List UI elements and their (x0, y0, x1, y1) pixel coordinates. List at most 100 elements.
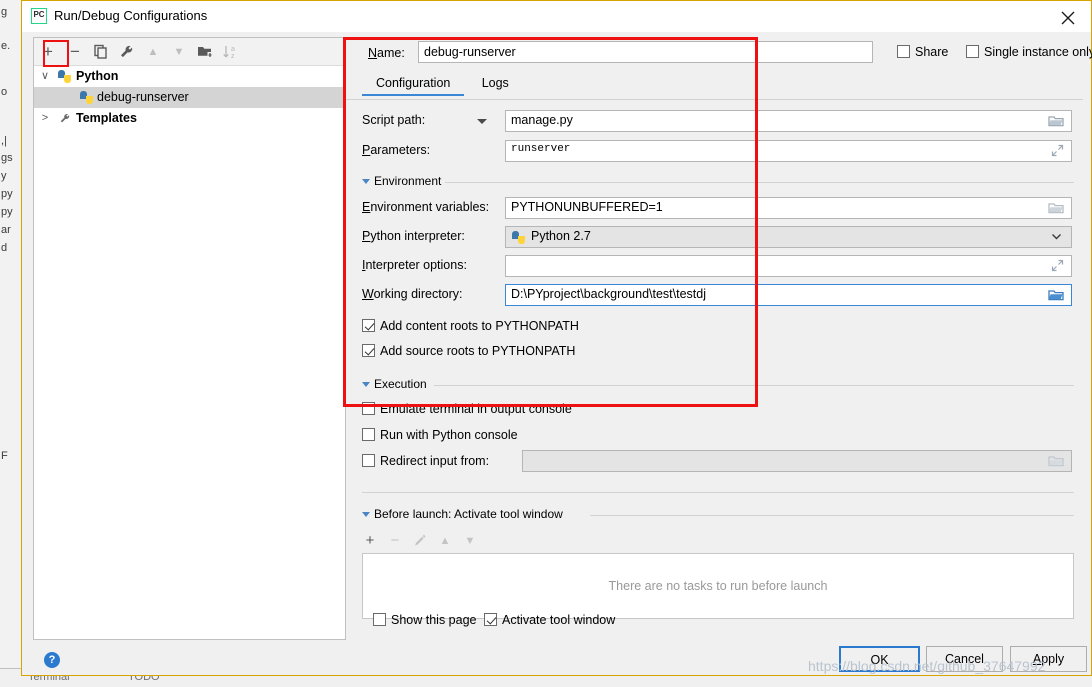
collapse-triangle-icon[interactable] (362, 512, 370, 517)
configurations-tree-panel: + − ▲ ▼ a z ∨ Python debug-runserver > T… (33, 37, 346, 640)
bg-fragment: o (1, 86, 8, 98)
chevron-down-icon[interactable]: ∨ (38, 66, 52, 87)
share-label: Share (915, 45, 949, 59)
tab-separator (346, 99, 1083, 100)
show-this-page-checkbox[interactable]: Show this page (373, 613, 476, 627)
working-directory-value: D:\PYproject\background\test\testdj (511, 287, 707, 301)
sort-alphabetically-button[interactable]: a z (220, 42, 242, 62)
arrow-up-icon: ▲ (147, 46, 159, 58)
collapse-triangle-icon[interactable] (362, 179, 370, 184)
checkbox-box (362, 428, 375, 441)
new-folder-button[interactable] (194, 42, 216, 62)
row-parameters: Parameters: runserver (346, 140, 1083, 162)
arrow-down-icon: ▼ (173, 46, 185, 58)
before-launch-task-list[interactable]: There are no tasks to run before launch (362, 553, 1074, 619)
background-ide-left-strip: g e. o ,| gs y py py ar d F (0, 0, 23, 687)
bg-fragment: y (1, 170, 7, 182)
wrench-icon (121, 45, 133, 58)
section-divider (434, 385, 1074, 386)
collapse-triangle-icon[interactable] (362, 382, 370, 387)
edit-templates-button[interactable] (116, 42, 138, 62)
single-instance-only-checkbox[interactable]: Single instance only (966, 45, 1092, 59)
folder-browse-icon[interactable] (1048, 288, 1064, 302)
section-environment-label: Environment (374, 174, 442, 188)
script-path-input[interactable]: manage.py (505, 110, 1072, 132)
single-instance-label: Single instance only (984, 45, 1092, 59)
tree-item-templates[interactable]: > Templates (34, 108, 345, 129)
bg-fragment: F (1, 450, 8, 462)
edit-task-button[interactable] (410, 532, 430, 550)
environment-variables-value: PYTHONUNBUFFERED=1 (511, 200, 663, 214)
expand-editor-icon[interactable] (1050, 144, 1064, 158)
bg-fragment: py (1, 206, 13, 218)
tree-item-label: debug-runserver (97, 90, 189, 104)
interpreter-options-label: Interpreter options: (362, 258, 467, 272)
script-path-label: Script path: (362, 113, 426, 127)
folder-browse-icon[interactable] (1048, 454, 1064, 468)
python-interpreter-value: Python 2.7 (531, 229, 591, 243)
add-content-roots-checkbox[interactable]: Add content roots to PYTHONPATH (362, 319, 579, 333)
bg-fragment: py (1, 188, 13, 200)
redirect-input-path-input[interactable] (522, 450, 1072, 472)
bg-fragment: ar (1, 224, 11, 236)
screen-root: g e. o ,| gs y py py ar d F Terminal TOD… (0, 0, 1092, 687)
add-source-roots-checkbox[interactable]: Add source roots to PYTHONPATH (362, 344, 575, 358)
move-up-button[interactable]: ▲ (142, 42, 164, 62)
apply-button[interactable]: Apply (1010, 646, 1087, 672)
environment-variables-input[interactable]: PYTHONUNBUFFERED=1 (505, 197, 1072, 219)
emulate-terminal-checkbox[interactable]: Emulate terminal in output console (362, 402, 572, 416)
checkbox-box (966, 45, 979, 58)
script-path-mode-dropdown-icon[interactable] (477, 119, 487, 124)
run-with-python-console-checkbox[interactable]: Run with Python console (362, 428, 518, 442)
checkbox-box (362, 344, 375, 357)
execution-block-divider (362, 492, 1074, 493)
chevron-down-icon[interactable] (1048, 230, 1064, 244)
row-environment-variables: Environment variables: PYTHONUNBUFFERED=… (346, 197, 1083, 219)
remove-task-button[interactable]: − (385, 532, 405, 550)
redirect-input-from-checkbox[interactable]: Redirect input from: (362, 454, 489, 468)
share-checkbox[interactable]: Share (897, 45, 948, 59)
tab-logs[interactable]: Logs (468, 73, 523, 96)
help-icon[interactable]: ? (44, 652, 60, 668)
folder-browse-icon[interactable] (1048, 114, 1064, 128)
tab-configuration[interactable]: Configuration (362, 73, 465, 96)
folder-browse-icon[interactable] (1048, 201, 1064, 215)
copy-configuration-button[interactable] (90, 42, 112, 62)
close-icon[interactable] (1045, 1, 1091, 31)
row-script-path: Script path: manage.py (346, 110, 1083, 132)
sort-az-icon: a z (223, 46, 235, 60)
add-configuration-button[interactable]: + (37, 42, 59, 62)
move-down-button[interactable]: ▼ (168, 42, 190, 62)
svg-text:a: a (231, 46, 235, 53)
section-divider (445, 182, 1074, 183)
chevron-right-icon[interactable]: > (38, 108, 52, 129)
emulate-terminal-label: Emulate terminal in output console (380, 402, 572, 416)
copy-icon (94, 44, 107, 59)
environment-variables-label: Environment variables: (362, 200, 490, 214)
working-directory-input[interactable]: D:\PYproject\background\test\testdj (505, 284, 1072, 306)
section-environment: Environment (362, 174, 1074, 190)
interpreter-options-input[interactable] (505, 255, 1072, 277)
python-icon (80, 91, 93, 104)
move-task-down-button[interactable]: ▼ (460, 532, 480, 550)
tree-item-debug-runserver[interactable]: debug-runserver (34, 87, 345, 108)
checkbox-box (484, 613, 497, 626)
add-task-button[interactable]: + (360, 532, 380, 550)
remove-configuration-button[interactable]: − (64, 42, 86, 62)
tree-item-python[interactable]: ∨ Python (34, 66, 345, 87)
ok-button[interactable]: OK (839, 646, 920, 672)
parameters-input[interactable]: runserver (505, 140, 1072, 162)
minus-icon: − (390, 532, 400, 549)
python-icon (58, 70, 71, 83)
row-python-interpreter: Python interpreter: Python 2.7 (346, 226, 1083, 248)
add-source-roots-label: Add source roots to PYTHONPATH (380, 344, 576, 358)
section-execution: Execution (362, 377, 1074, 393)
activate-tool-window-checkbox[interactable]: Activate tool window (484, 613, 615, 627)
python-icon (512, 231, 525, 244)
move-task-up-button[interactable]: ▲ (435, 532, 455, 550)
name-input[interactable] (418, 41, 873, 63)
python-interpreter-select[interactable]: Python 2.7 (505, 226, 1072, 248)
cancel-button[interactable]: Cancel (926, 646, 1003, 672)
expand-editor-icon[interactable] (1050, 259, 1064, 273)
minus-icon: − (70, 42, 80, 61)
